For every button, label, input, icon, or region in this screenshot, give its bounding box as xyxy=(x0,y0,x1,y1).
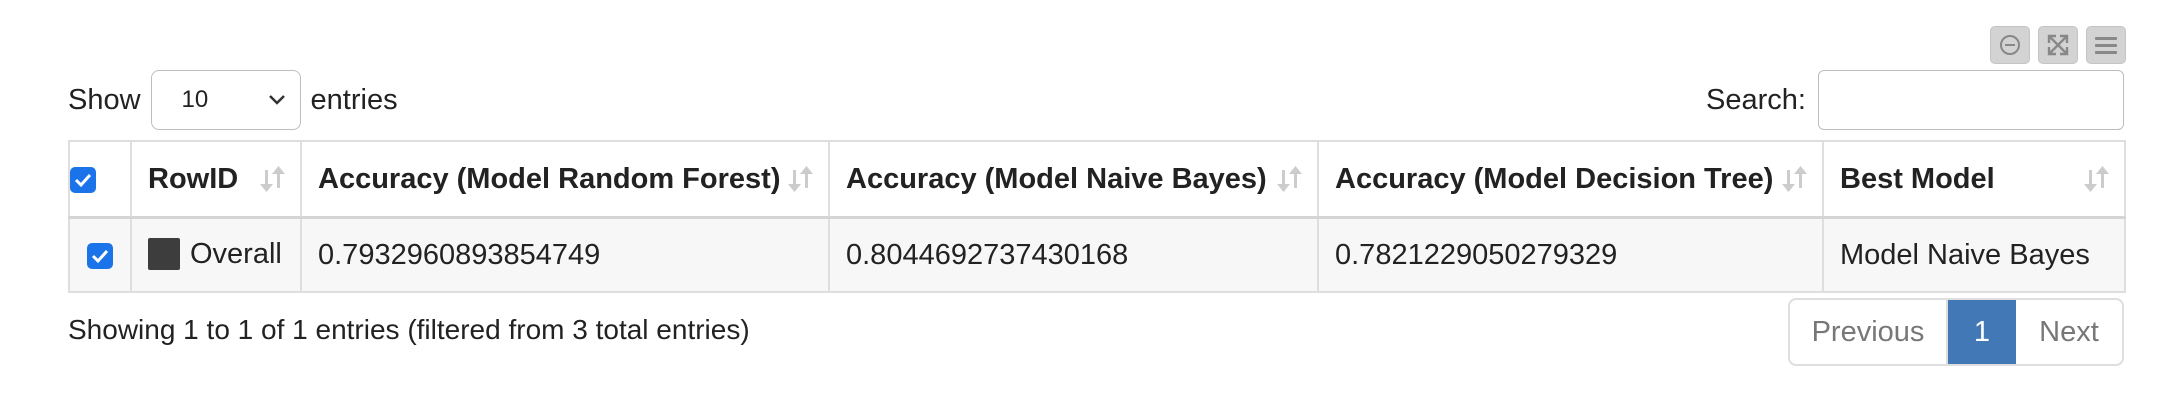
table-info: Showing 1 to 1 of 1 entries (filtered fr… xyxy=(68,314,750,345)
pagination: Previous 1 Next xyxy=(1788,298,2124,366)
minimize-button[interactable] xyxy=(1990,26,2030,64)
best-model-cell: Model Naive Bayes xyxy=(1822,216,2126,293)
results-table: RowID Accuracy (Model Random Forest) Acc… xyxy=(68,140,2126,293)
fullscreen-button[interactable] xyxy=(2038,26,2078,64)
checkmark-icon xyxy=(74,173,92,188)
column-header-rowid[interactable]: RowID xyxy=(130,140,302,219)
page-1-button[interactable]: 1 xyxy=(1948,300,2016,364)
row-select-cell xyxy=(68,216,132,293)
sort-icon xyxy=(2084,166,2109,192)
view-toolbar xyxy=(1990,26,2126,64)
column-header-accuracy-naive-bayes[interactable]: Accuracy (Model Naive Bayes) xyxy=(828,140,1319,219)
table-row[interactable]: Overall 0.7932960893854749 0.80446927374… xyxy=(68,216,2126,293)
minimize-icon xyxy=(2000,35,2020,55)
fullscreen-icon xyxy=(2047,34,2069,56)
column-header-label: Accuracy (Model Decision Tree) xyxy=(1335,162,1774,195)
sort-icon xyxy=(1782,166,1807,192)
select-all-checkbox[interactable] xyxy=(70,166,96,193)
rowid-cell: Overall xyxy=(130,216,302,293)
next-page-button[interactable]: Next xyxy=(2016,300,2122,364)
chevron-down-icon xyxy=(268,95,285,105)
checkmark-icon xyxy=(91,249,109,264)
column-header-accuracy-random-forest[interactable]: Accuracy (Model Random Forest) xyxy=(300,140,830,219)
color-swatch xyxy=(148,237,180,270)
column-header-label: RowID xyxy=(148,162,239,195)
column-header-accuracy-decision-tree[interactable]: Accuracy (Model Decision Tree) xyxy=(1317,140,1824,219)
menu-button[interactable] xyxy=(2086,26,2126,64)
accuracy-decision-tree-cell: 0.7821229050279329 xyxy=(1317,216,1824,293)
sort-icon xyxy=(788,166,813,192)
entries-label: entries xyxy=(310,83,398,116)
length-control: Show 10 entries xyxy=(68,70,398,130)
row-select-checkbox[interactable] xyxy=(87,242,113,269)
accuracy-random-forest-cell: 0.7932960893854749 xyxy=(300,216,830,293)
table-header-row: RowID Accuracy (Model Random Forest) Acc… xyxy=(68,140,2126,219)
search-input[interactable] xyxy=(1818,70,2124,130)
sort-icon xyxy=(260,166,285,192)
entries-per-page-value: 10 xyxy=(181,86,209,113)
select-all-cell xyxy=(68,140,132,219)
column-header-label: Best Model xyxy=(1840,162,1995,195)
rowid-value: Overall xyxy=(190,238,282,271)
sort-icon xyxy=(1277,166,1302,192)
show-label: Show xyxy=(68,83,141,116)
column-header-best-model[interactable]: Best Model xyxy=(1822,140,2126,219)
accuracy-naive-bayes-cell: 0.8044692737430168 xyxy=(828,216,1319,293)
column-header-label: Accuracy (Model Random Forest) xyxy=(318,162,781,195)
previous-page-button[interactable]: Previous xyxy=(1790,300,1948,364)
search-control: Search: xyxy=(1706,70,2124,130)
search-label: Search: xyxy=(1706,83,1806,116)
column-header-label: Accuracy (Model Naive Bayes) xyxy=(846,162,1267,195)
entries-per-page-select[interactable]: 10 xyxy=(150,70,301,130)
menu-icon xyxy=(2095,37,2117,54)
